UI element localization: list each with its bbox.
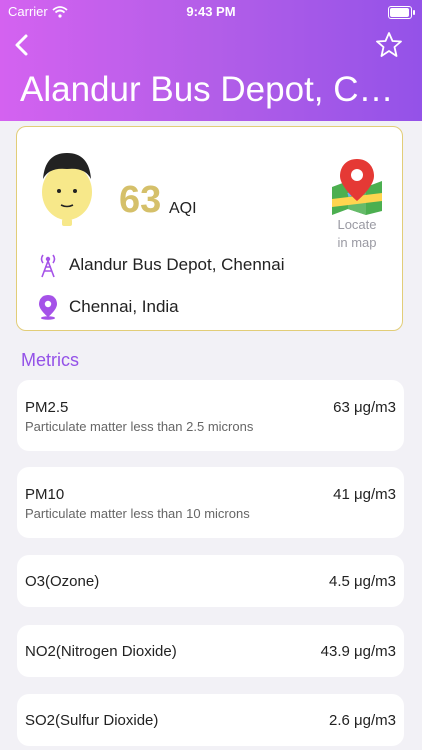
station-card: 63 AQI Locate in map Alandur Bus Depot, … bbox=[16, 126, 403, 331]
metric-value: 41 μg/m3 bbox=[333, 486, 396, 503]
metric-name: SO2(Sulfur Dioxide) bbox=[25, 712, 159, 729]
city-name: Chennai, India bbox=[69, 297, 179, 316]
face-avatar-icon bbox=[42, 153, 92, 226]
metric-name: NO2(Nitrogen Dioxide) bbox=[25, 643, 177, 660]
locate-label-line1: Locate bbox=[337, 217, 377, 232]
metric-card-so2: SO2(Sulfur Dioxide) 2.6 μg/m3 bbox=[17, 694, 404, 746]
metric-name: PM10 bbox=[25, 486, 65, 503]
favorite-star-icon[interactable] bbox=[374, 30, 404, 60]
tower-icon bbox=[40, 254, 56, 278]
battery-icon bbox=[388, 6, 415, 19]
city-row: Chennai, India bbox=[37, 294, 179, 320]
metric-card-no2: NO2(Nitrogen Dioxide) 43.9 μg/m3 bbox=[17, 625, 404, 677]
metric-card-o3: O3(Ozone) 4.5 μg/m3 bbox=[17, 555, 404, 607]
metric-name: O3(Ozone) bbox=[25, 573, 100, 590]
station-name: Alandur Bus Depot, Chennai bbox=[69, 255, 285, 274]
location-pin-icon bbox=[39, 295, 57, 320]
metric-value: 43.9 μg/m3 bbox=[320, 643, 396, 660]
app-header: Carrier 9:43 PM Alandur Bus Depot, Ch... bbox=[0, 0, 422, 121]
metric-name: PM2.5 bbox=[25, 399, 69, 416]
metric-value: 63 μg/m3 bbox=[333, 399, 396, 416]
aqi-unit: AQI bbox=[169, 200, 197, 217]
metric-description: Particulate matter less than 10 microns bbox=[25, 506, 250, 521]
metrics-section-title: Metrics bbox=[21, 350, 79, 370]
metric-card-pm10: PM10 Particulate matter less than 10 mic… bbox=[17, 467, 404, 538]
metric-card-pm25: PM2.5 Particulate matter less than 2.5 m… bbox=[17, 380, 404, 451]
metric-value: 2.6 μg/m3 bbox=[328, 712, 396, 729]
status-time: 9:43 PM bbox=[186, 4, 236, 19]
locate-in-map-button[interactable]: Locate in map bbox=[327, 157, 387, 251]
page-title: Alandur Bus Depot, Ch... bbox=[20, 70, 405, 109]
aqi-value: 63 bbox=[119, 179, 162, 221]
metric-description: Particulate matter less than 2.5 microns bbox=[25, 419, 254, 434]
locate-label-line2: in map bbox=[337, 235, 377, 250]
metric-value: 4.5 μg/m3 bbox=[328, 573, 396, 590]
status-bar: Carrier 9:43 PM bbox=[0, 0, 422, 24]
back-button[interactable] bbox=[8, 30, 38, 60]
map-pin-icon bbox=[332, 159, 382, 215]
station-row: Alandur Bus Depot, Chennai bbox=[37, 252, 284, 278]
